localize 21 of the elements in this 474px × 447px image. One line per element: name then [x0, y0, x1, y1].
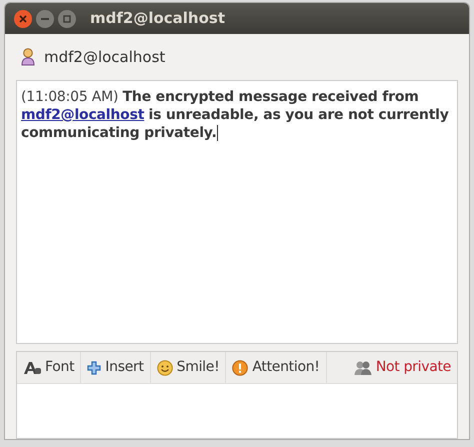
- window-title: mdf2@localhost: [90, 8, 226, 30]
- people-icon: [354, 360, 372, 376]
- maximize-button[interactable]: [58, 10, 76, 28]
- toolbar-button[interactable]: Font: [17, 352, 82, 383]
- user-icon: [21, 48, 35, 66]
- toolbar-button[interactable]: Insert: [81, 352, 151, 383]
- chat-message: (11:08:05 AM) The encrypted message received from mdf2@localhost is unreadable, as you are not currently communicating privately.: [21, 88, 450, 142]
- toolbar-button[interactable]: Smile!: [150, 352, 226, 383]
- contact-link[interactable]: mdf2@localhost: [21, 107, 144, 123]
- warning-icon: [232, 360, 248, 376]
- minimize-button[interactable]: [36, 10, 54, 28]
- maximize-icon: [63, 14, 71, 22]
- close-icon: [19, 14, 27, 22]
- privacy-button[interactable]: Not private: [348, 352, 457, 383]
- plus-icon: [87, 360, 102, 374]
- contact-name: mdf2@localhost: [44, 46, 166, 68]
- font-icon: [23, 360, 41, 374]
- minimize-icon: [41, 18, 49, 20]
- toolbar-button[interactable]: Attention!: [226, 352, 327, 383]
- close-button[interactable]: [14, 10, 32, 28]
- smiley-icon: [156, 360, 173, 376]
